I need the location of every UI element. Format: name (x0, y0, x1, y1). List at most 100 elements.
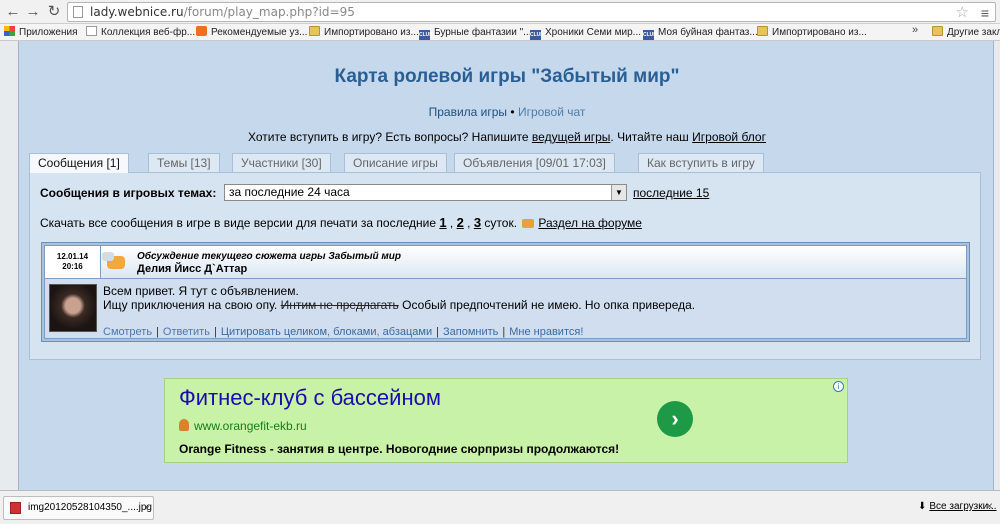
bullet: • (510, 105, 515, 119)
advertisement[interactable]: Фитнес-клуб с бассейном www.orangefit-ek… (164, 378, 848, 463)
post-header: Обсуждение текущего сюжета игры Забытый … (101, 246, 966, 279)
forum-icon (522, 219, 535, 228)
page: Карта ролевой игры "Забытый мир" Правила… (0, 41, 1000, 490)
download-file-name: img20120528104350_....jpg (28, 502, 152, 513)
page-icon (86, 26, 97, 36)
orange-icon (196, 26, 207, 36)
game-master-link[interactable]: ведущей игры (532, 130, 610, 144)
club-icon: CLUB (419, 30, 433, 40)
quote-blocks-link[interactable]: блоками (333, 326, 376, 338)
back-icon[interactable]: ← (4, 3, 22, 21)
location-pin-icon (179, 419, 189, 431)
messages-panel: Сообщения в игровых темах: за последние … (29, 172, 981, 360)
post-topic-link[interactable]: Обсуждение текущего сюжета игры Забытый … (137, 251, 401, 262)
club-icon: CLUB (643, 30, 657, 40)
close-icon[interactable]: × (986, 499, 993, 513)
menu-icon[interactable]: ≡ (981, 5, 989, 21)
bookmark-item[interactable]: Импортировано из... (309, 25, 419, 40)
quote-paragraphs-link[interactable]: абзацами (383, 326, 432, 338)
forum-section-link[interactable]: Раздел на форуме (538, 216, 642, 230)
all-downloads-link[interactable]: ⬇ Все загрузки... (918, 501, 997, 512)
chevron-right-icon[interactable]: › (657, 401, 693, 437)
page-title: Карта ролевой игры "Забытый мир" (334, 66, 680, 87)
download-suffix: суток. (481, 216, 518, 230)
bookmark-item[interactable]: CLUBМоя буйная фантаз... (643, 25, 758, 40)
ad-text: Orange Fitness - занятия в центре. Новог… (179, 442, 620, 456)
tab-messages[interactable]: Сообщения [1] (29, 153, 129, 173)
ad-title-link[interactable]: Фитнес-клуб с бассейном (179, 385, 441, 411)
chat-link[interactable]: Игровой чат (518, 105, 585, 119)
url-input[interactable]: lady.webnice.ru/forum/play_map.php?id=95… (67, 2, 996, 22)
image-file-icon (10, 502, 21, 514)
download-line: Скачать все сообщения в игре в виде верс… (40, 215, 642, 230)
folder-icon (757, 26, 768, 36)
apps-icon (4, 26, 15, 36)
tab-participants[interactable]: Участники [30] (232, 153, 331, 172)
download-3-days-link[interactable]: 3 (474, 215, 481, 230)
bookmark-label: Хроники Семи мир... (545, 27, 642, 38)
bookmark-item[interactable]: Рекомендуемые уз... (196, 25, 307, 40)
folder-icon (932, 26, 943, 36)
info-icon[interactable]: i (833, 381, 844, 392)
download-text: Скачать все сообщения в игре в виде верс… (40, 216, 440, 230)
post-date: 12.01.14 20:16 (45, 246, 101, 279)
download-2-days-link[interactable]: 2 (457, 215, 464, 230)
remember-link[interactable]: Запомнить (443, 326, 498, 338)
bookmark-label: Импортировано из... (324, 27, 419, 38)
bookmark-item[interactable]: Приложения (4, 25, 78, 40)
post-line-1: Всем привет. Я тут с объявлением. (103, 284, 299, 298)
forward-icon[interactable]: → (24, 3, 42, 21)
tab-announcements[interactable]: Объявления [09/01 17:03] (454, 153, 615, 172)
blog-link[interactable]: Игровой блог (692, 130, 766, 144)
bookmark-item[interactable]: Коллекция веб-фр... (86, 25, 195, 40)
club-icon: CLUB (530, 30, 544, 40)
ad-url[interactable]: www.orangefit-ekb.ru (179, 419, 307, 433)
folder-icon (309, 26, 320, 36)
strikethrough-text: Интим не предлагать (280, 298, 399, 312)
download-1-day-link[interactable]: 1 (439, 215, 446, 230)
period-select[interactable]: за последние 24 часа ▼ (224, 184, 627, 201)
chat-bubble-icon (102, 252, 125, 269)
rules-link[interactable]: Правила игры (429, 105, 507, 119)
bookmark-item[interactable]: Импортировано из... (757, 25, 867, 40)
tab-description[interactable]: Описание игры (344, 153, 447, 172)
bookmarks-bar: Приложения Коллекция веб-фр... Рекоменду… (0, 24, 1000, 41)
star-icon[interactable]: ☆ (956, 3, 969, 21)
download-arrow-icon: ⬇ (918, 501, 927, 512)
bookmark-label: Рекомендуемые уз... (211, 27, 308, 38)
bookmark-item[interactable]: CLUBБурные фантазии "... (419, 25, 532, 40)
post-date-value: 12.01.14 (56, 252, 89, 261)
other-bookmarks[interactable]: Другие закла (932, 25, 1000, 40)
tab-how-to-join[interactable]: Как вступить в игру (638, 153, 764, 172)
download-item[interactable]: img20120528104350_....jpg ▾ (3, 496, 154, 520)
post-author[interactable]: Делия Йисс Д`Аттар (137, 263, 247, 275)
avatar[interactable] (49, 284, 97, 332)
join-text-1: Хотите вступить в игру? Есть вопросы? На… (248, 130, 532, 144)
address-bar: ← → ↻ lady.webnice.ru/forum/play_map.php… (0, 0, 1000, 24)
post-time-value: 20:16 (62, 262, 83, 271)
last-15-link[interactable]: последние 15 (633, 186, 709, 200)
reload-icon[interactable]: ↻ (45, 3, 63, 21)
post-actions: Смотреть | Ответить | Цитировать целиком, бл… (103, 326, 584, 338)
dropdown-arrow-icon[interactable]: ▼ (611, 185, 626, 200)
url-host: lady.webnice.ru (90, 5, 184, 19)
reply-link[interactable]: Ответить (163, 326, 210, 338)
filter-label: Сообщения в игровых темах: (40, 186, 217, 200)
view-link[interactable]: Смотреть (103, 326, 152, 338)
bookmark-label: Приложения (19, 27, 78, 38)
header-links: Правила игры • Игровой чат (19, 105, 995, 119)
bookmark-item[interactable]: CLUBХроники Семи мир... (530, 25, 641, 40)
period-select-value: за последние 24 часа (229, 185, 350, 199)
url-path: /forum/play_map.php?id=95 (183, 5, 355, 19)
bookmark-label: Другие закла (947, 27, 1000, 38)
post: 12.01.14 20:16 Обсуждение текущего сюжет… (41, 242, 970, 342)
bookmark-label: Бурные фантазии "... (434, 27, 532, 38)
tab-topics[interactable]: Темы [13] (148, 153, 220, 172)
join-text: Хотите вступить в игру? Есть вопросы? На… (19, 130, 995, 144)
post-body: Всем привет. Я тут с объявлением. Ищу пр… (103, 284, 695, 312)
like-link[interactable]: Мне нравится! (509, 326, 583, 338)
chevron-down-icon[interactable]: ▾ (145, 497, 149, 519)
bookmarks-more-button[interactable]: » (912, 24, 918, 36)
quote-all-link[interactable]: Цитировать целиком (221, 326, 327, 338)
page-icon (73, 6, 83, 18)
